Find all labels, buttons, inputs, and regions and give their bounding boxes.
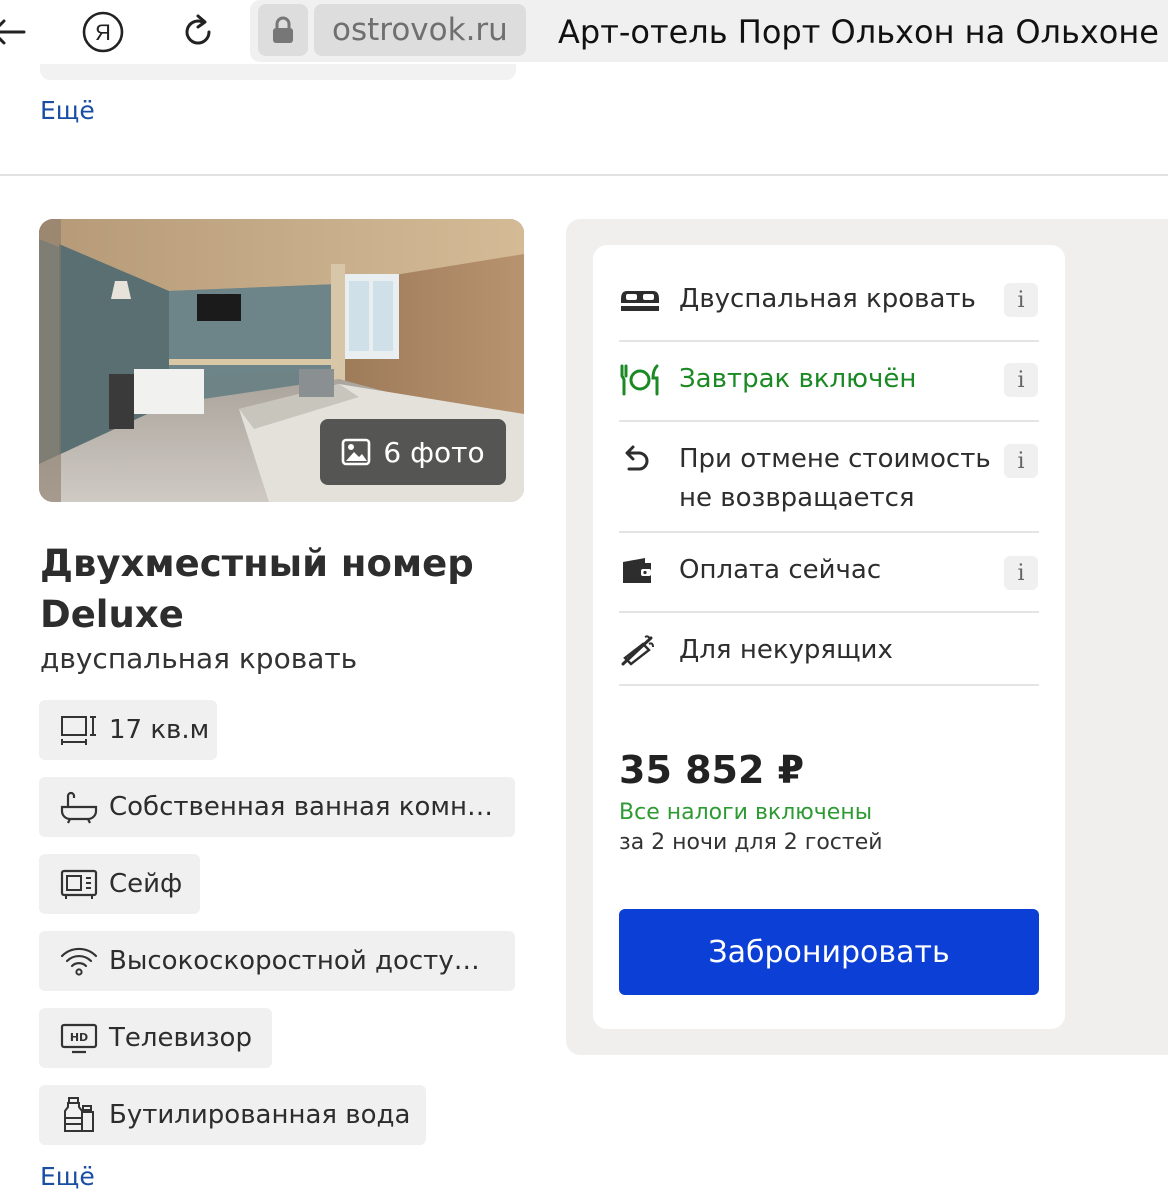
previous-card-bottom	[40, 64, 516, 80]
amenity-label: Высокоскоростной досту…	[109, 946, 480, 976]
info-icon[interactable]: i	[1004, 283, 1038, 317]
no-smoking-icon	[619, 631, 661, 671]
section-divider	[0, 174, 1168, 176]
amenity-chip: HD Телевизор	[39, 1008, 272, 1068]
feature-divider	[619, 611, 1039, 613]
room-subtitle: двуспальная кровать	[40, 642, 358, 675]
amenity-label: Собственная ванная комн…	[109, 792, 494, 822]
bathtub-icon	[60, 791, 98, 824]
price: 35 852 ₽	[619, 748, 805, 792]
book-button[interactable]: Забронировать	[619, 909, 1039, 995]
reload-icon[interactable]	[174, 8, 222, 56]
rate-feature-label: При отмене стоимость не возвращается	[679, 444, 991, 513]
room-size-icon	[61, 716, 96, 745]
rate-feature-payment: Оплата сейчас	[619, 551, 1039, 591]
feature-divider	[619, 340, 1039, 342]
feature-divider	[619, 684, 1039, 686]
rate-feature-label: Для некурящих	[679, 635, 893, 665]
amenity-label: Телевизор	[109, 1023, 252, 1053]
amenity-label: Сейф	[109, 869, 183, 899]
feature-divider	[619, 531, 1039, 533]
cancel-return-icon	[619, 440, 661, 480]
svg-text:Я: Я	[95, 20, 111, 45]
back-arrow-icon[interactable]	[0, 8, 34, 56]
photos-button-label: 6 фото	[383, 435, 485, 469]
bottled-water-icon	[64, 1097, 94, 1132]
info-icon[interactable]: i	[1004, 363, 1038, 397]
breakfast-icon	[619, 360, 661, 400]
image-icon	[342, 438, 371, 466]
more-amenities-link[interactable]: Ещё	[40, 1162, 95, 1191]
address-domain[interactable]: ostrovok.ru	[314, 4, 526, 56]
wifi-icon	[60, 947, 98, 976]
photos-button[interactable]: 6 фото	[320, 419, 506, 485]
svg-text:HD: HD	[70, 1031, 88, 1044]
rate-feature-breakfast: Завтрак включён	[619, 360, 1039, 400]
amenity-label: Бутилированная вода	[109, 1100, 411, 1130]
feature-divider	[619, 420, 1039, 422]
taxes-note: Все налоги включены	[619, 800, 873, 825]
amenity-chip: Высокоскоростной досту…	[39, 931, 515, 991]
amenity-label: 17 кв.м	[109, 715, 210, 745]
info-icon[interactable]: i	[1004, 556, 1038, 590]
rate-feature-cancellation: При отмене стоимость не возвращается	[619, 440, 1039, 518]
room-title: Двухместный номер Deluxe	[40, 542, 474, 636]
more-link-top[interactable]: Ещё	[40, 96, 95, 125]
yandex-icon[interactable]: Я	[79, 8, 127, 56]
lock-icon[interactable]	[258, 4, 308, 56]
safe-icon	[60, 869, 98, 899]
amenity-chip: Собственная ванная комн…	[39, 777, 515, 837]
stay-note: за 2 ночи для 2 гостей	[619, 830, 883, 855]
bed-icon	[619, 280, 661, 320]
wallet-icon	[619, 551, 661, 591]
rate-feature-label: Двуспальная кровать	[679, 284, 976, 314]
rate-feature-bed: Двуспальная кровать	[619, 280, 1039, 320]
tv-icon: HD	[60, 1023, 98, 1054]
browser-toolbar: Я ostrovok.ru Арт-отель Порт Ольхон на О…	[0, 0, 1168, 64]
amenity-chip: Бутилированная вода	[39, 1085, 426, 1145]
rate-feature-non-smoking: Для некурящих	[619, 631, 1039, 671]
page-title: Арт-отель Порт Ольхон на Ольхоне от	[558, 13, 1168, 51]
info-icon[interactable]: i	[1004, 444, 1038, 478]
rate-feature-label: Оплата сейчас	[679, 555, 882, 585]
amenity-chip: Сейф	[39, 854, 200, 914]
amenity-chip: 17 кв.м	[39, 700, 217, 760]
rate-feature-label: Завтрак включён	[679, 364, 917, 394]
